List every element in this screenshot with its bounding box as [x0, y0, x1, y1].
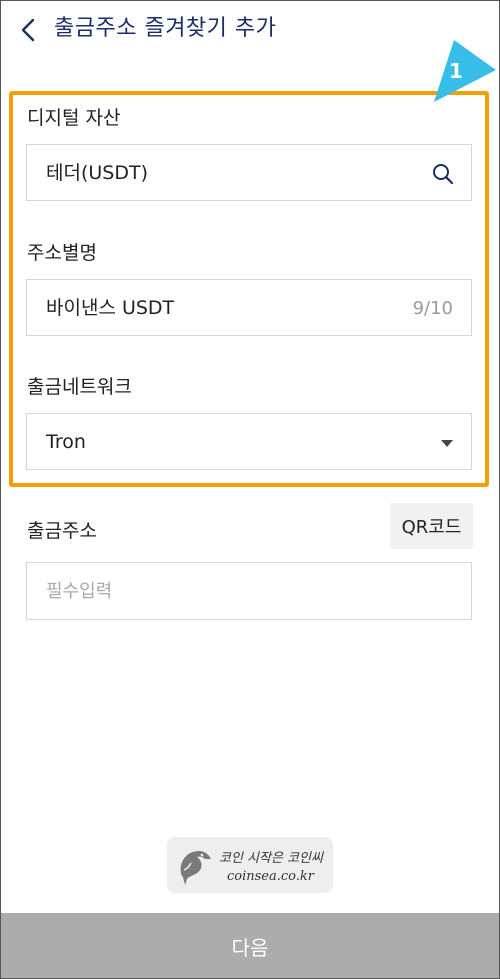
dolphin-logo-icon — [180, 851, 211, 885]
step-number: 1 — [449, 59, 463, 83]
asset-label: 디지털 자산 — [27, 107, 121, 129]
qr-code-button[interactable]: QR코드 — [390, 503, 473, 549]
callout-arrow-icon — [434, 40, 496, 102]
watermark-url: coinsea.co.kr — [227, 869, 314, 884]
alias-char-counter: 9/10 — [412, 298, 453, 319]
watermark-text-korean: 코인 시작은 코인씨 — [219, 851, 323, 866]
alias-label: 주소별명 — [27, 242, 97, 264]
address-input[interactable]: 필수입력 — [26, 562, 472, 620]
app-header: 출금주소 즐겨찾기 추가 — [0, 0, 500, 60]
asset-field[interactable]: 테더(USDT) — [26, 144, 472, 201]
back-button[interactable] — [14, 14, 42, 46]
network-select[interactable]: Tron — [26, 413, 472, 470]
address-label: 출금주소 — [27, 520, 97, 542]
page-title: 출금주소 즐겨찾기 추가 — [54, 16, 277, 41]
caret-down-icon — [441, 440, 453, 447]
chevron-left-icon — [21, 18, 35, 42]
watermark: 코인 시작은 코인씨 coinsea.co.kr — [167, 837, 333, 893]
next-button[interactable]: 다음 — [0, 913, 500, 979]
alias-value: 바이낸스 USDT — [46, 297, 175, 319]
address-placeholder: 필수입력 — [46, 581, 113, 602]
search-icon[interactable] — [431, 162, 455, 186]
alias-input[interactable]: 바이낸스 USDT 9/10 — [26, 279, 472, 336]
network-label: 출금네트워크 — [27, 376, 132, 398]
asset-value: 테더(USDT) — [46, 162, 148, 184]
network-value: Tron — [46, 431, 86, 453]
